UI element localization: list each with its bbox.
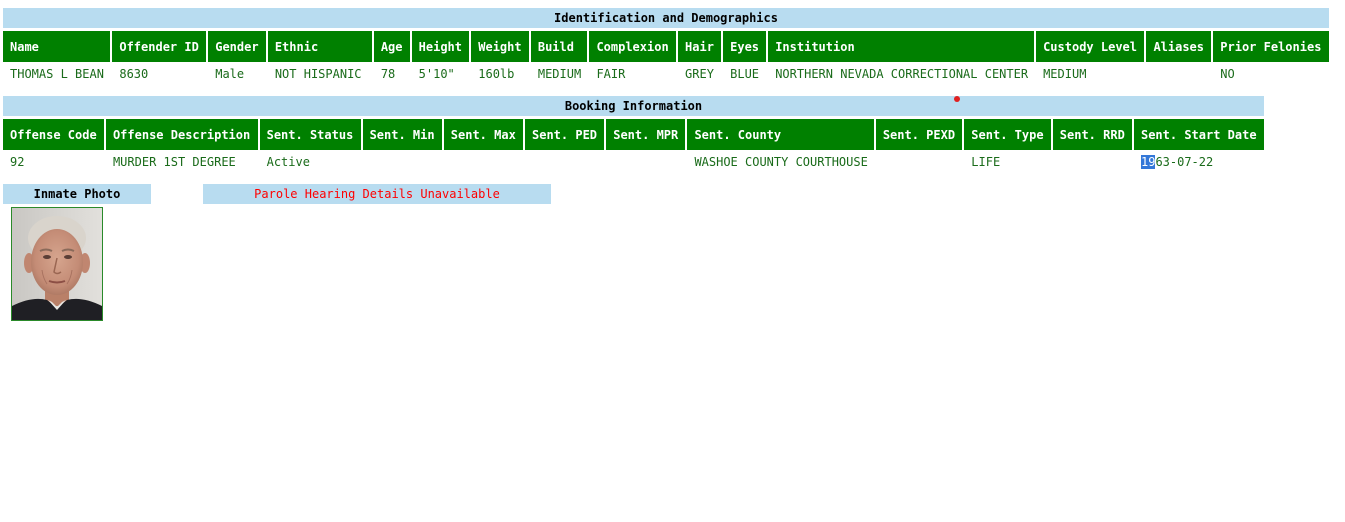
col-prior-felonies: Prior Felonies xyxy=(1213,31,1329,62)
col-custody-level: Custody Level xyxy=(1036,31,1146,62)
cell-offense-code: 92 xyxy=(10,155,25,169)
selected-text-highlight[interactable]: 19 xyxy=(1140,155,1156,169)
booking-data-row: 92 MURDER 1ST DEGREE Active WASHOE COUNT… xyxy=(3,150,1264,174)
cell-age: 78 xyxy=(380,67,396,81)
booking-header-row: Offense Code Offense Description Sent. S… xyxy=(3,119,1264,150)
col-name: Name xyxy=(3,31,112,62)
cell-sent-county: WASHOE COUNTY COURTHOUSE xyxy=(694,155,868,169)
cell-aliases xyxy=(1146,62,1212,86)
booking-section-title: Booking Information xyxy=(3,96,1264,116)
col-sent-rrd: Sent. RRD xyxy=(1052,119,1133,150)
cell-sent-start-date: 1963-07-22 xyxy=(1134,150,1264,174)
cell-sent-pexd xyxy=(876,150,963,174)
inmate-photo-title: Inmate Photo xyxy=(3,184,151,204)
cell-institution: NORTHERN NEVADA CORRECTIONAL CENTER xyxy=(775,67,1029,81)
inmate-portrait-image xyxy=(12,208,102,320)
cell-sent-min xyxy=(363,150,443,174)
inmate-photo xyxy=(11,207,103,321)
col-sent-max: Sent. Max xyxy=(443,119,524,150)
col-sent-county: Sent. County xyxy=(687,119,875,150)
cell-sent-type: LIFE xyxy=(971,155,1001,169)
cell-sent-mpr xyxy=(606,150,686,174)
col-gender: Gender xyxy=(208,31,267,62)
demographics-table: Name Offender ID Gender Ethnic Age Heigh… xyxy=(2,31,1330,86)
col-sent-min: Sent. Min xyxy=(362,119,443,150)
col-offender-id: Offender ID xyxy=(112,31,208,62)
col-sent-mpr: Sent. MPR xyxy=(606,119,687,150)
cell-height: 5'10" xyxy=(418,67,455,81)
cell-hair: GREY xyxy=(685,67,714,81)
col-sent-start-date: Sent. Start Date xyxy=(1133,119,1264,150)
col-offense-description: Offense Description xyxy=(105,119,259,150)
col-complexion: Complexion xyxy=(589,31,678,62)
cell-prior-felonies: NO xyxy=(1220,67,1235,81)
demographics-header-row: Name Offender ID Gender Ethnic Age Heigh… xyxy=(3,31,1329,62)
cell-gender: Male xyxy=(215,67,245,81)
col-aliases: Aliases xyxy=(1146,31,1213,62)
col-weight: Weight xyxy=(471,31,530,62)
cell-build: MEDIUM xyxy=(537,67,582,81)
col-build: Build xyxy=(530,31,589,62)
cell-eyes: BLUE xyxy=(730,67,760,81)
red-marker-dot xyxy=(954,96,960,102)
cell-ethnic: NOT HISPANIC xyxy=(274,67,362,81)
cell-custody-level: MEDIUM xyxy=(1043,67,1087,81)
cell-name: THOMAS L BEAN xyxy=(10,67,104,81)
demographics-section-title: Identification and Demographics xyxy=(3,8,1329,28)
cell-sent-ped xyxy=(525,150,605,174)
col-offense-code: Offense Code xyxy=(3,119,105,150)
cell-offender-id: 8630 xyxy=(119,67,149,81)
col-height: Height xyxy=(411,31,471,62)
col-ethnic: Ethnic xyxy=(267,31,373,62)
cell-weight: 160lb xyxy=(478,67,515,81)
booking-table: Offense Code Offense Description Sent. S… xyxy=(2,119,1265,174)
cell-sent-max xyxy=(444,150,524,174)
cell-sent-status: Active xyxy=(266,155,310,169)
start-date-rest: 63-07-22 xyxy=(1155,155,1214,169)
col-sent-ped: Sent. PED xyxy=(525,119,606,150)
col-institution: Institution xyxy=(768,31,1036,62)
demographics-data-row: THOMAS L BEAN 8630 Male NOT HISPANIC 78 … xyxy=(3,62,1329,86)
col-sent-status: Sent. Status xyxy=(259,119,362,150)
col-eyes: Eyes xyxy=(723,31,768,62)
cell-sent-rrd xyxy=(1053,150,1133,174)
parole-hearing-status: Parole Hearing Details Unavailable xyxy=(203,184,551,204)
col-sent-pexd: Sent. PEXD xyxy=(875,119,964,150)
cell-complexion: FAIR xyxy=(596,67,626,81)
col-hair: Hair xyxy=(678,31,723,62)
cell-offense-description: MURDER 1ST DEGREE xyxy=(112,155,236,169)
col-age: Age xyxy=(373,31,411,62)
col-sent-type: Sent. Type xyxy=(964,119,1052,150)
